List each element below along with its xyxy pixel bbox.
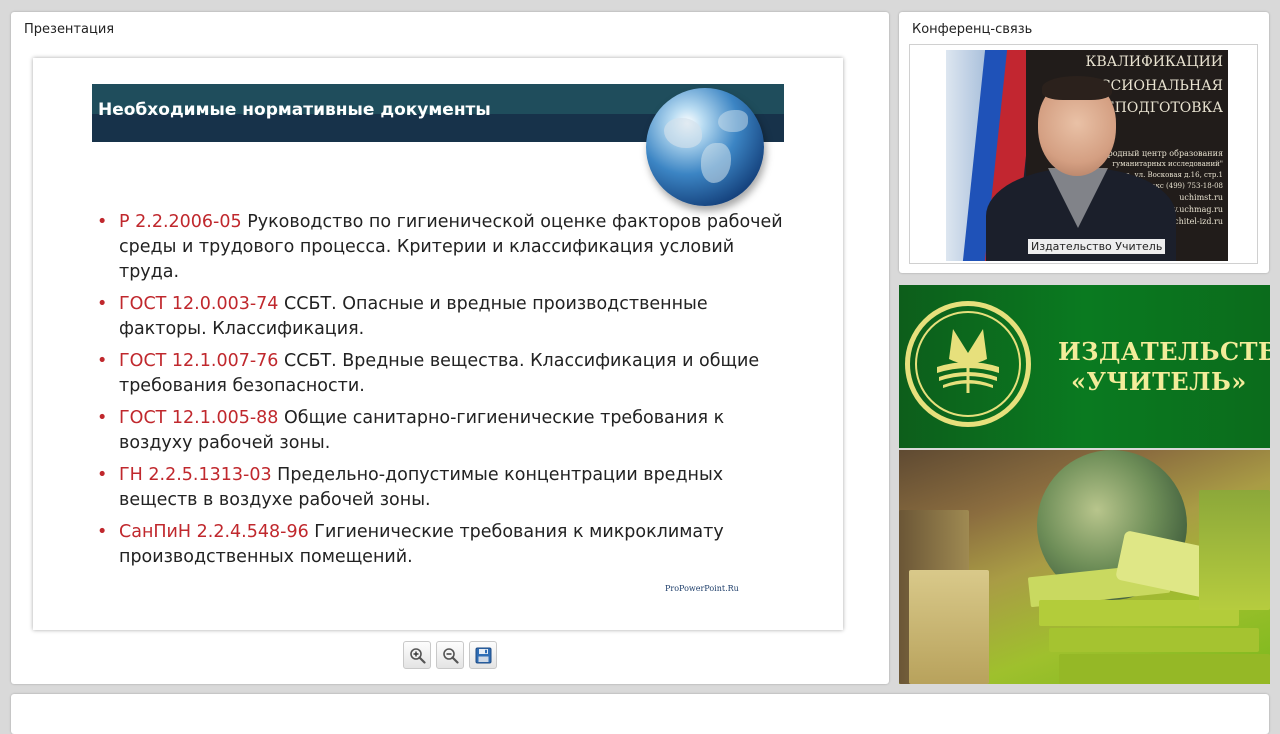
banner-text: uchimst.ru (1179, 193, 1223, 202)
document-item: • Р 2.2.2006-05 Руководство по гигиеничес… (97, 210, 797, 285)
banner-text: КВАЛИФИКАЦИИ (1085, 54, 1223, 70)
zoom-out-icon (443, 648, 459, 664)
bullet-dot: • (97, 294, 108, 314)
participant-name-label: Издательство Учитель (1028, 239, 1166, 254)
banner-text: народный центр образования (1097, 149, 1223, 158)
floppy-disk-icon (475, 647, 492, 664)
document-item: • ГОСТ 12.0.003-74 ССБТ. Опасные и вредны… (97, 292, 797, 342)
presentation-panel-title: Презентация (24, 22, 115, 37)
presentation-panel: Презентация Необходимые нормативные доку… (11, 12, 889, 684)
bullet-dot: • (97, 522, 108, 542)
video-window[interactable]: КВАЛИФИКАЦИИ ЕССИОНАЛЬНАЯ ЕРЕПОДГОТОВКА … (909, 44, 1258, 264)
slide-title: Необходимые нормативные документы (98, 100, 491, 120)
publisher-name-line1: ИЗДАТЕЛЬСТВО (1058, 337, 1270, 366)
save-button[interactable] (469, 641, 497, 669)
zoom-in-button[interactable] (403, 641, 431, 669)
publisher-banner[interactable]: ИЗДАТЕЛЬСТВО «УЧИТЕЛЬ» (899, 285, 1270, 448)
conference-panel: Конференц-связь КВАЛИФИКАЦИИ ЕССИОНАЛЬНА… (899, 12, 1269, 273)
publisher-name-line2: «УЧИТЕЛЬ» (1071, 367, 1247, 396)
slide-watermark: ProPowerPoint.Ru (665, 584, 739, 593)
bullet-dot: • (97, 465, 108, 485)
bullet-dot: • (97, 408, 108, 428)
video-feed: КВАЛИФИКАЦИИ ЕССИОНАЛЬНАЯ ЕРЕПОДГОТОВКА … (946, 50, 1228, 261)
document-item: • ГОСТ 12.1.005-88 Общие санитарно-гигиен… (97, 406, 797, 456)
document-code: ГОСТ 12.1.007-76 (119, 351, 279, 371)
document-list: • Р 2.2.2006-05 Руководство по гигиеничес… (97, 210, 797, 577)
document-code: ГОСТ 12.0.003-74 (119, 294, 279, 314)
bullet-dot: • (97, 212, 108, 232)
conference-panel-title: Конференц-связь (912, 22, 1033, 37)
zoom-out-button[interactable] (436, 641, 464, 669)
bottom-panel (11, 694, 1269, 734)
zoom-in-icon (410, 648, 426, 664)
document-item: • ГН 2.2.5.1313-03 Предельно-допустимые к… (97, 463, 797, 513)
document-code: СанПиН 2.2.4.548-96 (119, 522, 309, 542)
document-code: Р 2.2.2006-05 (119, 212, 242, 232)
banner-text: chitel-izd.ru (1174, 217, 1223, 226)
book-emblem-icon (937, 329, 999, 393)
globe-image (646, 88, 764, 206)
books-globe-image (899, 450, 1270, 684)
slide: Необходимые нормативные документы • Р 2.2… (33, 58, 843, 630)
document-item: • ГОСТ 12.1.007-76 ССБТ. Вредные вещества… (97, 349, 797, 399)
bullet-dot: • (97, 351, 108, 371)
banner-text: vv.uchmag.ru (1168, 205, 1223, 214)
document-code: ГН 2.2.5.1313-03 (119, 465, 272, 485)
document-code: ГОСТ 12.1.005-88 (119, 408, 279, 428)
banner-text: гуманитарных исследований" (1112, 160, 1223, 168)
document-item: • СанПиН 2.2.4.548-96 Гигиенические требо… (97, 520, 797, 570)
